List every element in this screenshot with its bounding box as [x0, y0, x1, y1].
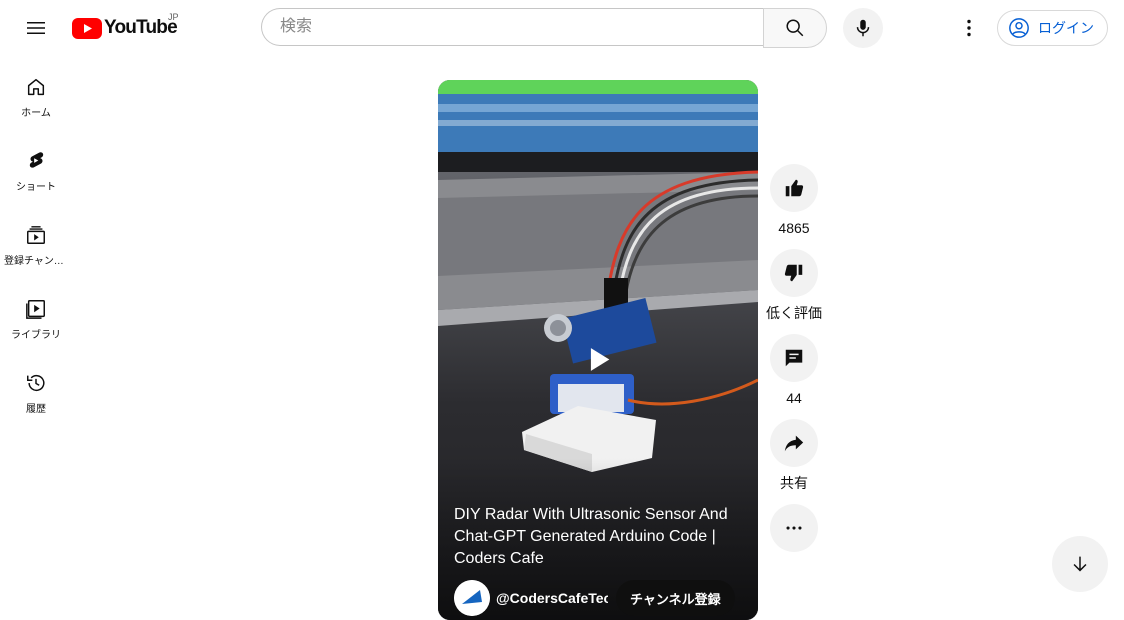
share-icon: [784, 435, 804, 452]
search-box: [261, 8, 763, 46]
like-count: 4865: [778, 220, 810, 236]
search-icon: [786, 19, 804, 37]
masthead: YouTube JP ログイン: [0, 0, 1124, 56]
search-input[interactable]: [278, 17, 742, 37]
sidebar-item-label: ライブラリ: [11, 330, 61, 341]
share-button[interactable]: [770, 419, 818, 467]
youtube-play-logo-icon: [72, 17, 102, 39]
channel-avatar[interactable]: [454, 580, 490, 616]
subscriptions-icon: [27, 226, 45, 244]
home-icon: [27, 78, 45, 96]
play-icon: [590, 348, 610, 371]
login-button[interactable]: ログイン: [997, 10, 1108, 46]
share-action: 共有: [770, 419, 818, 492]
sidebar-item-label: 履歴: [26, 404, 46, 415]
dislike-button[interactable]: [770, 249, 818, 297]
sidebar-item-history[interactable]: 履歴: [0, 352, 72, 426]
arrow-down-icon: [1073, 556, 1087, 572]
next-short-button[interactable]: [1052, 536, 1108, 592]
login-label: ログイン: [1038, 20, 1094, 36]
comment-button[interactable]: [770, 334, 818, 382]
sidebar-item-label: ショート: [16, 182, 56, 193]
sidebar-item-label: ホーム: [21, 108, 51, 119]
sidebar-item-label: 登録チャンネル: [4, 256, 68, 267]
youtube-logo[interactable]: YouTube JP: [72, 12, 179, 40]
channel-row: @CodersCafeTec チャンネル登録: [454, 580, 754, 616]
library-icon: [26, 300, 45, 319]
voice-search-button[interactable]: [843, 8, 883, 48]
short-title[interactable]: DIY Radar With Ultrasonic Sensor And Cha…: [454, 504, 742, 570]
logo-wordmark: YouTube: [104, 17, 178, 38]
account-circle-icon: [1009, 18, 1029, 38]
dislike-label: 低く評価: [766, 305, 822, 321]
sidebar-item-library[interactable]: ライブラリ: [0, 278, 72, 352]
dislike-action: 低く評価: [766, 249, 822, 322]
guide-menu-button[interactable]: [16, 8, 56, 48]
sidebar-item-subscriptions[interactable]: 登録チャンネル: [0, 204, 72, 278]
microphone-icon: [856, 19, 870, 37]
search-button[interactable]: [763, 8, 827, 48]
channel-logo-icon: [454, 580, 490, 616]
region-code: JP: [168, 12, 179, 22]
more-vert-icon: [967, 19, 971, 37]
thumb-up-icon: [785, 179, 804, 197]
more-action: [770, 504, 818, 552]
history-icon: [27, 375, 45, 392]
comment-count: 44: [786, 390, 802, 406]
shorts-actions: 4865 低く評価 44 共有: [766, 164, 822, 552]
comment-action: 44: [770, 334, 818, 407]
more-horiz-icon: [786, 526, 802, 530]
shorts-player[interactable]: DIY Radar With Ultrasonic Sensor And Cha…: [438, 80, 758, 620]
share-label: 共有: [780, 475, 808, 491]
shorts-icon: [29, 152, 44, 168]
more-actions-button[interactable]: [770, 504, 818, 552]
like-action: 4865: [770, 164, 818, 237]
play-button[interactable]: [581, 343, 615, 382]
comment-icon: [785, 349, 803, 367]
like-button[interactable]: [770, 164, 818, 212]
sidebar-item-shorts[interactable]: ショート: [0, 130, 72, 204]
settings-menu-button[interactable]: [949, 8, 989, 48]
mini-guide-sidebar: ホーム ショート 登録チャンネル ライブラリ 履歴: [0, 56, 72, 426]
channel-name[interactable]: @CodersCafeTec: [496, 590, 608, 606]
thumb-down-icon: [784, 264, 803, 282]
hamburger-menu-icon: [27, 22, 45, 34]
sidebar-item-home[interactable]: ホーム: [0, 56, 72, 130]
subscribe-button[interactable]: チャンネル登録: [616, 580, 735, 616]
